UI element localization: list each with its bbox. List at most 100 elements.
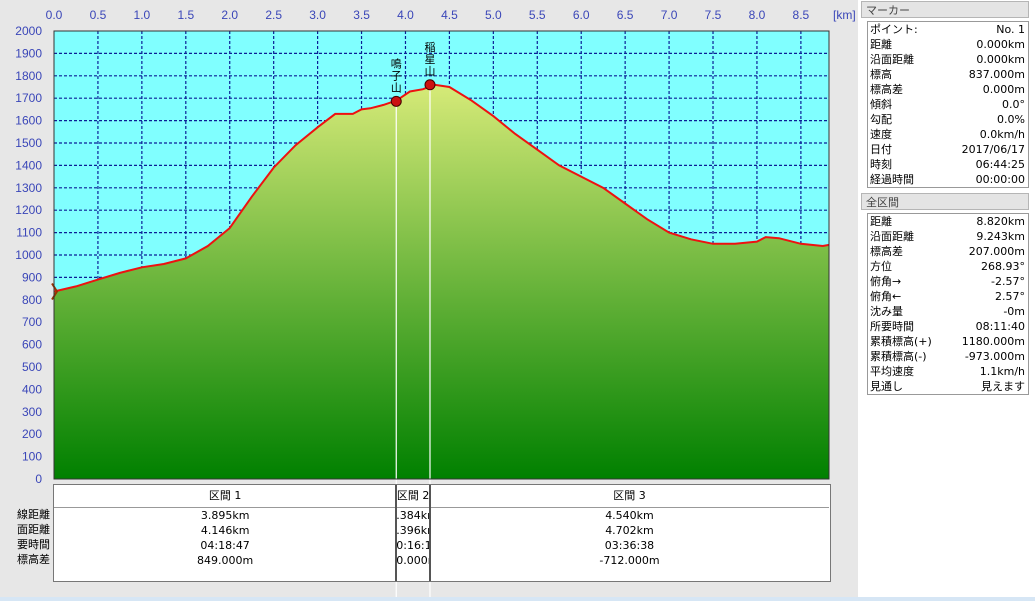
y-tick-label: 1900 — [15, 46, 42, 60]
x-tick-label: 5.5 — [529, 8, 546, 22]
total-prop-value: 9.243km — [976, 230, 1025, 243]
x-tick-label: 6.0 — [573, 8, 590, 22]
segment-value: 849.000m — [197, 554, 254, 567]
y-axis-ticks: 0 100 200 300 400 500 600 700 800 900 1000 1100 1200… — [15, 24, 42, 486]
segment-header[interactable]: 区間 3 — [429, 485, 829, 508]
total-prop-value: -2.57° — [991, 275, 1025, 288]
total-prop-row: 平均速度 1.1km/h — [868, 364, 1028, 379]
segment-separator — [395, 485, 398, 581]
total-prop-row: 累積標高(-) -973.000m — [868, 349, 1028, 364]
x-tick-label: 0.0 — [46, 8, 63, 22]
marker-prop-row: 勾配 0.0% — [868, 112, 1028, 127]
info-sidebar: マーカー ポイント: No. 1 距離 0.000km 沿面距離 0.000km 標高 837… — [861, 0, 1035, 601]
y-tick-label: 1800 — [15, 69, 42, 83]
segment-value: 0:16:1 — [396, 539, 430, 552]
x-tick-label: 1.5 — [177, 8, 194, 22]
total-prop-value: 08:11:40 — [975, 320, 1025, 333]
marker-prop-value: 0.000km — [976, 38, 1025, 51]
marker-prop-value: 0.0° — [1002, 98, 1025, 111]
x-tick-label: 7.0 — [661, 8, 678, 22]
total-prop-row: 俯角→ -2.57° — [868, 274, 1028, 289]
y-tick-label: 1300 — [15, 181, 42, 195]
total-prop-row: 累積標高(+) 1180.000m — [868, 334, 1028, 349]
marker-prop-row: 日付 2017/06/17 — [868, 142, 1028, 157]
total-prop-row: 距離 8.820km — [868, 214, 1028, 229]
total-prop-row: 方位 268.93° — [868, 259, 1028, 274]
marker-prop-row: ポイント: No. 1 — [868, 22, 1028, 37]
y-tick-label: 1100 — [16, 226, 42, 240]
y-tick-label: 100 — [22, 450, 42, 464]
x-tick-label: 8.5 — [793, 8, 810, 22]
marker-prop-key: 経過時間 — [870, 173, 914, 186]
segment-value: 4.702km — [605, 524, 654, 537]
marker-prop-value: 0.0% — [997, 113, 1025, 126]
y-tick-label: 900 — [22, 270, 42, 284]
x-tick-label: 5.0 — [485, 8, 502, 22]
marker-prop-key: 標高差 — [870, 83, 903, 96]
marker-prop-row: 沿面距離 0.000km — [868, 52, 1028, 67]
y-tick-label: 1400 — [15, 158, 42, 172]
x-axis-ticks: 0.0 0.5 1.0 1.5 2.0 2.5 3.0 3.5 4.0 4.5 5.0 5.5 6.0 6… — [46, 8, 810, 22]
peak-label-char: 山 — [424, 65, 435, 78]
marker-prop-row: 速度 0.0km/h — [868, 127, 1028, 142]
total-prop-row: 標高差 207.000m — [868, 244, 1028, 259]
y-tick-label: 1000 — [15, 248, 42, 262]
total-prop-key: 累積標高(+) — [870, 335, 932, 348]
segment-value: 0.000m — [396, 554, 430, 567]
total-properties: 距離 8.820km 沿面距離 9.243km 標高差 207.000m 方位 268.93°… — [867, 213, 1029, 395]
marker-prop-key: 傾斜 — [870, 98, 892, 111]
marker-prop-value: 0.0km/h — [979, 128, 1025, 141]
marker-prop-value: 0.000km — [976, 53, 1025, 66]
x-unit-label: [km] — [833, 8, 856, 22]
y-tick-label: 300 — [22, 405, 42, 419]
marker-panel-title: マーカー — [861, 1, 1029, 18]
x-tick-label: 2.0 — [221, 8, 238, 22]
total-prop-value: 1180.000m — [961, 335, 1025, 348]
segment-value: 4.540km — [605, 509, 654, 522]
x-tick-label: 6.5 — [617, 8, 634, 22]
segment-header[interactable]: 区間 2 — [396, 485, 430, 508]
marker-prop-key: 距離 — [870, 38, 892, 51]
total-prop-key: 距離 — [870, 215, 892, 228]
total-prop-value: 8.820km — [976, 215, 1025, 228]
total-prop-key: 所要時間 — [870, 320, 914, 333]
x-tick-label: 7.5 — [705, 8, 722, 22]
total-prop-value: -0m — [1003, 305, 1025, 318]
segment-value: .384km — [396, 509, 430, 522]
marker-prop-key: 時刻 — [870, 158, 892, 171]
total-prop-value: 1.1km/h — [979, 365, 1025, 378]
segment-table: 区間 1 3.895km 4.146km 04:18:47 849.000m 区間 2.3… — [53, 484, 831, 582]
y-tick-label: 200 — [22, 427, 42, 441]
total-prop-value: 268.93° — [981, 260, 1025, 273]
y-tick-label: 1200 — [15, 203, 42, 217]
x-tick-label: 0.5 — [90, 8, 107, 22]
y-tick-label: 0 — [35, 472, 42, 486]
peak-marker[interactable] — [424, 79, 436, 91]
total-prop-key: 平均速度 — [870, 365, 914, 378]
total-prop-key: 累積標高(-) — [870, 350, 927, 363]
total-prop-value: 2.57° — [995, 290, 1025, 303]
segment-value: 04:18:47 — [200, 539, 250, 552]
x-tick-label: 3.0 — [309, 8, 326, 22]
x-tick-label: 3.5 — [353, 8, 370, 22]
marker-prop-value: 06:44:25 — [975, 158, 1025, 171]
marker-prop-key: 勾配 — [870, 113, 892, 126]
segment-header[interactable]: 区間 1 — [54, 485, 397, 508]
y-tick-label: 700 — [22, 315, 42, 329]
marker-prop-value: No. 1 — [996, 23, 1025, 36]
y-tick-label: 500 — [22, 360, 42, 374]
segment-value: -712.000m — [599, 554, 660, 567]
x-tick-label: 4.0 — [397, 8, 414, 22]
marker-prop-row: 距離 0.000km — [868, 37, 1028, 52]
marker-prop-value: 00:00:00 — [975, 173, 1025, 186]
marker-prop-row: 傾斜 0.0° — [868, 97, 1028, 112]
peak-marker[interactable] — [390, 95, 402, 107]
total-prop-value: 見えます — [981, 380, 1025, 393]
total-prop-row: 見通し 見えます — [868, 379, 1028, 394]
segment-value: 3.895km — [200, 509, 250, 522]
marker-prop-value: 837.000m — [968, 68, 1025, 81]
total-prop-key: 標高差 — [870, 245, 903, 258]
peak-label-char: 山 — [391, 81, 402, 94]
total-prop-key: 沈み量 — [870, 305, 903, 318]
total-prop-key: 沿面距離 — [870, 230, 914, 243]
